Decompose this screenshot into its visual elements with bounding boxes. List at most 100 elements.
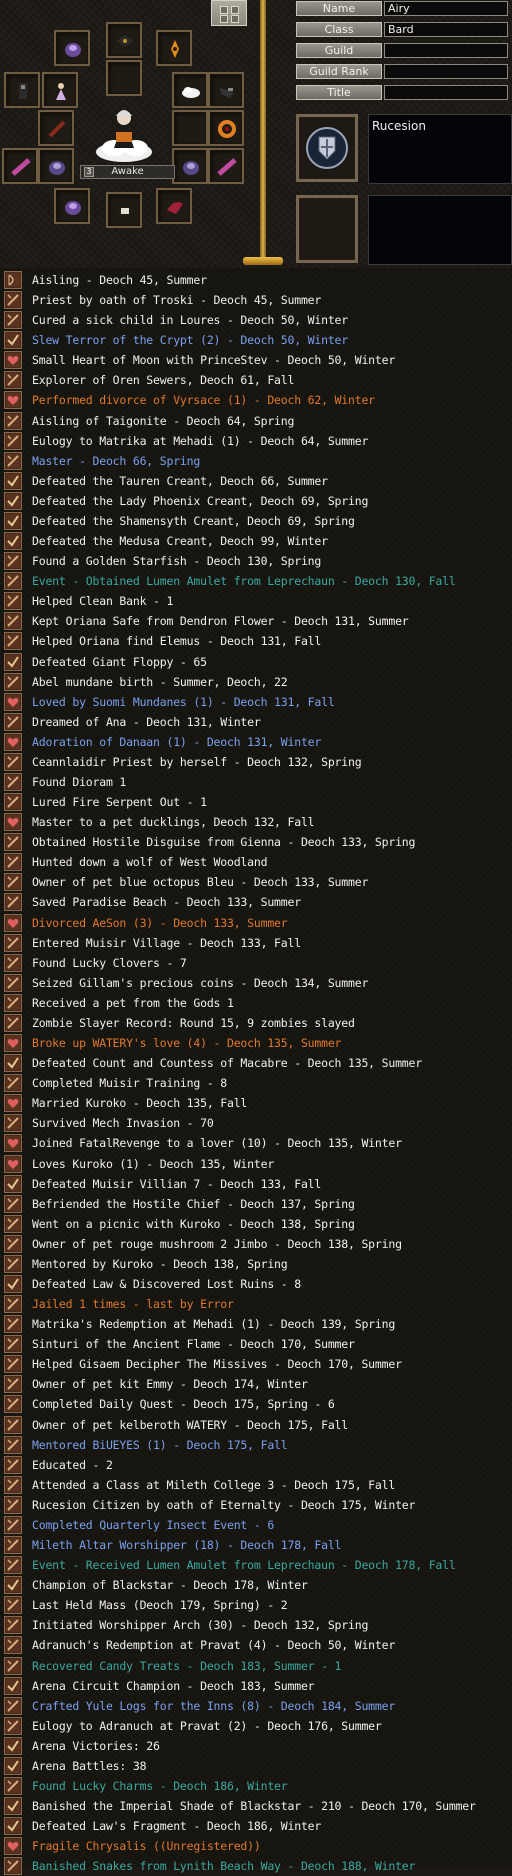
group-grid-button[interactable] (211, 0, 247, 26)
equip-slot-8[interactable] (208, 72, 244, 108)
legend-row: Arena Battles: 38 (0, 1756, 512, 1776)
equip-slot-2[interactable] (106, 22, 142, 58)
heart-icon (4, 1837, 22, 1855)
legend-row: Married Kuroko - Deoch 135, Fall (0, 1093, 512, 1113)
scroll-icon (4, 1295, 22, 1313)
legend-row: Mentored by Kuroko - Deoch 138, Spring (0, 1254, 512, 1274)
legend-row: Divorced AeSon (3) - Deoch 133, Summer (0, 913, 512, 933)
legend-text: Aisling - Deoch 45, Summer (32, 273, 207, 287)
portrait-slot[interactable] (296, 195, 358, 263)
scroll-icon (4, 713, 22, 731)
equip-slot-14[interactable] (172, 148, 208, 184)
legend-row: Found a Golden Starfish - Deoch 130, Spr… (0, 551, 512, 571)
dark-gauntlet-icon (216, 80, 238, 102)
legend-text: Defeated the Tauren Creant, Deoch 66, Su… (32, 474, 328, 488)
legend-text: Aisling of Taigonite - Deoch 64, Spring (32, 414, 295, 428)
equip-slot-13[interactable] (38, 148, 74, 184)
legend-text: Fragile Chrysalis ((Unregistered)) (32, 1839, 261, 1853)
legend-row: Arena Victories: 26 (0, 1736, 512, 1756)
legend-row: Loved by Suomi Mundanes (1) - Deoch 131,… (0, 692, 512, 712)
nation-name: Rucesion (372, 119, 426, 133)
legend-row: Defeated the Lady Phoenix Creant, Deoch … (0, 491, 512, 511)
scroll-icon (4, 1355, 22, 1373)
legend-text: Kept Oriana Safe from Dendron Flower - D… (32, 614, 409, 628)
legend-text: Eulogy to Matrika at Mehadi (1) - Deoch … (32, 434, 369, 448)
scroll-icon (4, 452, 22, 470)
legend-row: Helped Gisaem Decipher The Missives - De… (0, 1354, 512, 1374)
legend-row: Zombie Slayer Record: Round 15, 9 zombie… (0, 1013, 512, 1033)
legend-row: Survived Mech Invasion - 70 (0, 1113, 512, 1133)
legend-text: Champion of Blackstar - Deoch 178, Winte… (32, 1578, 308, 1592)
cloud-icon (180, 80, 202, 102)
legend-text: Helped Clean Bank - 1 (32, 594, 174, 608)
small-item-icon (114, 200, 136, 222)
legend-text: Went on a picnic with Kuroko - Deoch 138… (32, 1217, 355, 1231)
heart-icon (4, 813, 22, 831)
legend-row: Found Lucky Charms - Deoch 186, Winter (0, 1776, 512, 1796)
legend-row: Broke up WATERY's love (4) - Deoch 135, … (0, 1033, 512, 1053)
equip-slot-10[interactable] (172, 110, 208, 146)
legend-text: Event - Received Lumen Amulet from Lepre… (32, 1558, 456, 1572)
equip-slot-1[interactable] (54, 30, 90, 66)
scroll-icon (4, 1476, 22, 1494)
equip-slot-17[interactable] (106, 192, 142, 228)
legend-row: Rucesion Citizen by oath of Eternalty - … (0, 1495, 512, 1515)
equip-slot-16[interactable] (54, 188, 90, 224)
grid-dot-icon (220, 15, 228, 23)
scroll-icon (4, 1717, 22, 1735)
legend-text: Master to a pet ducklings, Deoch 132, Fa… (32, 815, 315, 829)
legend-row: Sinturi of the Ancient Flame - Deoch 170… (0, 1334, 512, 1354)
equip-slot-5[interactable] (4, 72, 40, 108)
equip-slot-15[interactable] (208, 148, 244, 184)
scroll-icon (4, 1255, 22, 1273)
class-label: Class (296, 22, 382, 37)
scroll-icon (4, 1697, 22, 1715)
scroll-icon (4, 612, 22, 630)
legend-row: Defeated Law's Fragment - Deoch 186, Win… (0, 1816, 512, 1836)
legend-row: Banished the Imperial Shade of Blackstar… (0, 1796, 512, 1816)
profile-text-box[interactable] (368, 195, 512, 265)
legend-text: Saved Paradise Beach - Deoch 133, Summer (32, 895, 301, 909)
scroll-icon (4, 853, 22, 871)
legend-text: Educated - 2 (32, 1458, 113, 1472)
legend-text: Mentored BiUEYES (1) - Deoch 175, Fall (32, 1438, 288, 1452)
legend-row: Kept Oriana Safe from Dendron Flower - D… (0, 611, 512, 631)
grid-dot-icon (231, 15, 239, 23)
scroll-icon (4, 1777, 22, 1795)
legend-text: Last Held Mass (Deoch 179, Spring) - 2 (32, 1598, 288, 1612)
bow-icon (4, 271, 22, 289)
legend-row: Loves Kuroko (1) - Deoch 135, Winter (0, 1154, 512, 1174)
check-icon (4, 1275, 22, 1293)
class-value: Bard (384, 22, 508, 37)
equip-slot-7[interactable] (172, 72, 208, 108)
equip-slot-3[interactable] (156, 30, 192, 66)
dark-wings-icon (114, 30, 136, 52)
equip-slot-18[interactable] (156, 188, 192, 224)
scroll-icon (4, 572, 22, 590)
legend-row: Adranuch's Redemption at Pravat (4) - De… (0, 1635, 512, 1655)
heart-icon (4, 1034, 22, 1052)
legend-text: Dreamed of Ana - Deoch 131, Winter (32, 715, 261, 729)
equip-slot-9[interactable] (38, 110, 74, 146)
legend-text: Loved by Suomi Mundanes (1) - Deoch 131,… (32, 695, 335, 709)
legend-row: Eulogy to Adranuch at Pravat (2) - Deoch… (0, 1716, 512, 1736)
legend-row: Owner of pet kit Emmy - Deoch 174, Winte… (0, 1374, 512, 1394)
awake-level-badge: 3 (84, 167, 94, 177)
equip-slot-4[interactable] (106, 60, 142, 96)
legend-row: Defeated Law & Discovered Lost Ruins - 8 (0, 1274, 512, 1294)
legend-row: Owner of pet rouge mushroom 2 Jimbo - De… (0, 1234, 512, 1254)
check-icon (4, 512, 22, 530)
legend-text: Divorced AeSon (3) - Deoch 133, Summer (32, 916, 288, 930)
scroll-icon (4, 1536, 22, 1554)
legend-row: Entered Muisir Village - Deoch 133, Fall (0, 933, 512, 953)
legend-text: Hunted down a wolf of West Woodland (32, 855, 268, 869)
equip-slot-6[interactable] (42, 72, 78, 108)
equip-slot-11[interactable] (208, 110, 244, 146)
legend-row: Champion of Blackstar - Deoch 178, Winte… (0, 1575, 512, 1595)
legend-row: Saved Paradise Beach - Deoch 133, Summer (0, 892, 512, 912)
legend-text: Joined FatalRevenge to a lover (10) - De… (32, 1136, 402, 1150)
awake-status: Awake (80, 165, 175, 179)
equip-slot-12[interactable] (2, 148, 38, 184)
check-icon (4, 1054, 22, 1072)
title-label: Title (296, 85, 382, 100)
